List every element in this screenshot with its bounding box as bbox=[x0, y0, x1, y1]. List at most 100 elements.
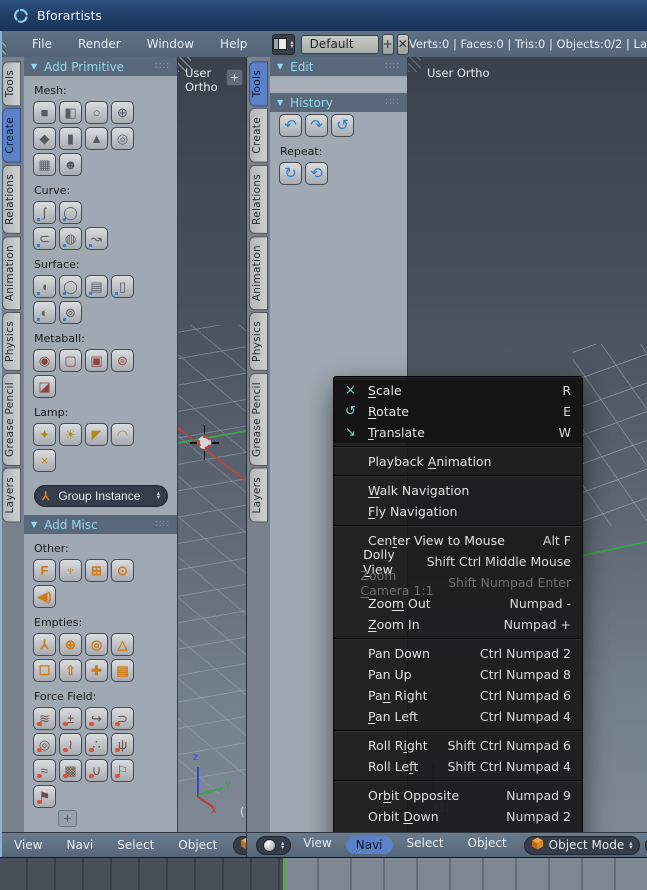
nurbs-curve-surface-button[interactable]: ◖ bbox=[33, 275, 56, 298]
tab-tools[interactable]: Tools bbox=[249, 61, 268, 106]
group-instance-dropdown[interactable]: ⅄Group Instance▴▾ bbox=[34, 485, 168, 507]
force-charge-button[interactable]: ± bbox=[59, 707, 82, 730]
metaball-ball-button[interactable]: ◉ bbox=[33, 349, 56, 372]
menu-item-orbit-down[interactable]: Orbit DownNumpad 2 bbox=[334, 806, 582, 827]
nurbs-cylinder-surface-button[interactable]: ▯ bbox=[111, 275, 134, 298]
menu-item-zoom-in[interactable]: Zoom InNumpad + bbox=[334, 614, 582, 635]
timeline-out-of-range[interactable] bbox=[0, 858, 283, 890]
lamp-point-button[interactable]: ✦ bbox=[33, 423, 56, 446]
force-curve-guide-button[interactable]: ↪ bbox=[85, 707, 108, 730]
force-force-button[interactable]: ◎ bbox=[33, 733, 56, 756]
nurbs-sphere-surface-button[interactable]: ◐ bbox=[33, 301, 56, 324]
hm-navi[interactable]: Navi bbox=[54, 838, 105, 852]
menu-item-fly-navigation[interactable]: Fly Navigation bbox=[334, 501, 582, 522]
hm-select[interactable]: Select bbox=[105, 838, 166, 852]
add-armature-button[interactable]: ♆ bbox=[59, 559, 82, 582]
mesh-torus-button[interactable]: ◎ bbox=[111, 127, 134, 150]
force-boid-button[interactable]: ⚐ bbox=[111, 759, 134, 782]
object-mode-dropdown[interactable]: Object Mode ▴▾ bbox=[524, 836, 640, 855]
metaball-ellipsoid-button[interactable]: ⊜ bbox=[111, 349, 134, 372]
tab-animation[interactable]: Animation bbox=[2, 236, 21, 310]
mesh-circle-button[interactable]: ○ bbox=[85, 101, 108, 124]
menu-render[interactable]: Render bbox=[65, 37, 134, 51]
mesh-monkey-button[interactable]: ☻ bbox=[59, 153, 82, 176]
menu-item-orbit-opposite[interactable]: Orbit OppositeNumpad 9 bbox=[334, 785, 582, 806]
menu-item-pan-down[interactable]: Pan DownCtrl Numpad 2 bbox=[334, 643, 582, 664]
force-wind-button[interactable]: ⚑ bbox=[33, 785, 56, 808]
menu-item-roll-right[interactable]: Roll RightShift Ctrl Numpad 6 bbox=[334, 735, 582, 756]
metaball-cube-button[interactable]: ◪ bbox=[33, 375, 56, 398]
tab-relations[interactable]: Relations bbox=[2, 165, 21, 234]
nurbs-circle-button[interactable]: ◍ bbox=[59, 227, 82, 250]
mesh-cube-button[interactable]: ◧ bbox=[59, 101, 82, 124]
bezier-circle-button[interactable]: ◯ bbox=[59, 201, 82, 224]
bezier-curve-button[interactable]: ʃ bbox=[33, 201, 56, 224]
lamp-spot-button[interactable]: ◤ bbox=[85, 423, 108, 446]
nurbs-surface-button[interactable]: ▤ bbox=[85, 275, 108, 298]
undo-history-button[interactable]: ↺ bbox=[331, 114, 354, 137]
nurbs-torus-surface-button[interactable]: ⊚ bbox=[59, 301, 82, 324]
collapse-triangle-icon[interactable]: ▼ bbox=[31, 520, 37, 529]
panel-header-add-misc[interactable]: ▼Add Misc∷∷ bbox=[24, 515, 177, 534]
add-camera-button[interactable]: ⊙ bbox=[111, 559, 134, 582]
tab-tools[interactable]: Tools bbox=[2, 61, 21, 106]
empty-sphere-button[interactable]: ⊕ bbox=[59, 633, 82, 656]
menu-item-orbit-up[interactable]: Orbit UpNumpad 8 bbox=[334, 827, 582, 832]
nurbs-circle-surface-button[interactable]: ◯ bbox=[59, 275, 82, 298]
force-texture-button[interactable]: ▩ bbox=[59, 759, 82, 782]
add-speaker-button[interactable]: ◀) bbox=[33, 585, 56, 608]
lamp-sun-button[interactable]: ☀ bbox=[59, 423, 82, 446]
metaball-plane-button[interactable]: ▣ bbox=[85, 349, 108, 372]
timeline[interactable] bbox=[0, 857, 647, 890]
tab-create[interactable]: Create bbox=[2, 108, 21, 163]
menu-item-pan-right[interactable]: Pan RightCtrl Numpad 6 bbox=[334, 685, 582, 706]
tab-relations[interactable]: Relations bbox=[249, 165, 268, 234]
screen-layout-button[interactable]: ▴▾ bbox=[272, 34, 294, 55]
collapse-triangle-icon[interactable]: ▼ bbox=[277, 62, 283, 71]
menu-item-translate[interactable]: ↘TranslateW bbox=[334, 422, 582, 443]
timeline-range[interactable] bbox=[286, 858, 647, 890]
panel-header-history[interactable]: ▼History∷∷ bbox=[270, 93, 407, 112]
delete-layout-button[interactable]: ✕ bbox=[397, 34, 409, 55]
menu-help[interactable]: Help bbox=[207, 37, 260, 51]
force-vortex-button[interactable]: ψ bbox=[111, 733, 134, 756]
hm-select[interactable]: Select bbox=[395, 836, 456, 854]
collapse-triangle-icon[interactable]: ▼ bbox=[31, 62, 37, 71]
lamp-area-button[interactable]: × bbox=[33, 449, 56, 472]
screen-layout-select[interactable]: Default bbox=[301, 35, 379, 54]
empty-arrows-button[interactable]: ✚ bbox=[85, 659, 108, 682]
empty-circle-button[interactable]: ◎ bbox=[85, 633, 108, 656]
menu-file[interactable]: File bbox=[19, 37, 65, 51]
force-smoke-flow-button[interactable]: ≈ bbox=[33, 759, 56, 782]
mesh-plane-button[interactable]: ■ bbox=[33, 101, 56, 124]
force-lennard-jones-button[interactable]: ∴ bbox=[85, 733, 108, 756]
tab-create[interactable]: Create bbox=[249, 108, 268, 163]
redo-button[interactable]: ↷ bbox=[305, 114, 328, 137]
add-lattice-button[interactable]: ⊞ bbox=[85, 559, 108, 582]
empty-cube-button[interactable]: ☐ bbox=[33, 659, 56, 682]
metaball-capsule-button[interactable]: ▢ bbox=[59, 349, 82, 372]
tab-animation[interactable]: Animation bbox=[249, 236, 268, 310]
tab-physics[interactable]: Physics bbox=[249, 312, 268, 371]
hm-view[interactable]: View bbox=[291, 836, 343, 854]
mesh-grid-button[interactable]: ▦ bbox=[33, 153, 56, 176]
menu-item-scale[interactable]: ×ScaleR bbox=[334, 380, 582, 401]
menu-item-zoom-out[interactable]: Zoom OutNumpad - bbox=[334, 593, 582, 614]
collapse-triangle-icon[interactable]: ▼ bbox=[277, 98, 283, 107]
menu-item-zoom-camera-1-1[interactable]: Zoom Camera 1:1Shift Numpad Enter bbox=[334, 572, 582, 593]
menu-window[interactable]: Window bbox=[134, 37, 207, 51]
hm-object[interactable]: Object bbox=[166, 838, 229, 852]
mesh-cone-button[interactable]: ▲ bbox=[85, 127, 108, 150]
menu-item-pan-up[interactable]: Pan UpCtrl Numpad 8 bbox=[334, 664, 582, 685]
tab-grease-pencil[interactable]: Grease Pencil bbox=[2, 373, 21, 466]
force-harmonic-button[interactable]: ≀ bbox=[59, 733, 82, 756]
tab-layers[interactable]: Layers bbox=[249, 468, 268, 523]
force-magnetic-button[interactable]: ∪ bbox=[85, 759, 108, 782]
editor-type-dropdown[interactable]: ▴▾ bbox=[256, 836, 291, 855]
menu-item-rotate[interactable]: ↺RotateE bbox=[334, 401, 582, 422]
path-button[interactable]: ↝ bbox=[85, 227, 108, 250]
properties-region-toggle[interactable]: + bbox=[226, 69, 243, 86]
force-drag-button[interactable]: ⊃ bbox=[111, 707, 134, 730]
nurbs-curve-button[interactable]: ⊂ bbox=[33, 227, 56, 250]
lamp-hemi-button[interactable]: ◠ bbox=[111, 423, 134, 446]
